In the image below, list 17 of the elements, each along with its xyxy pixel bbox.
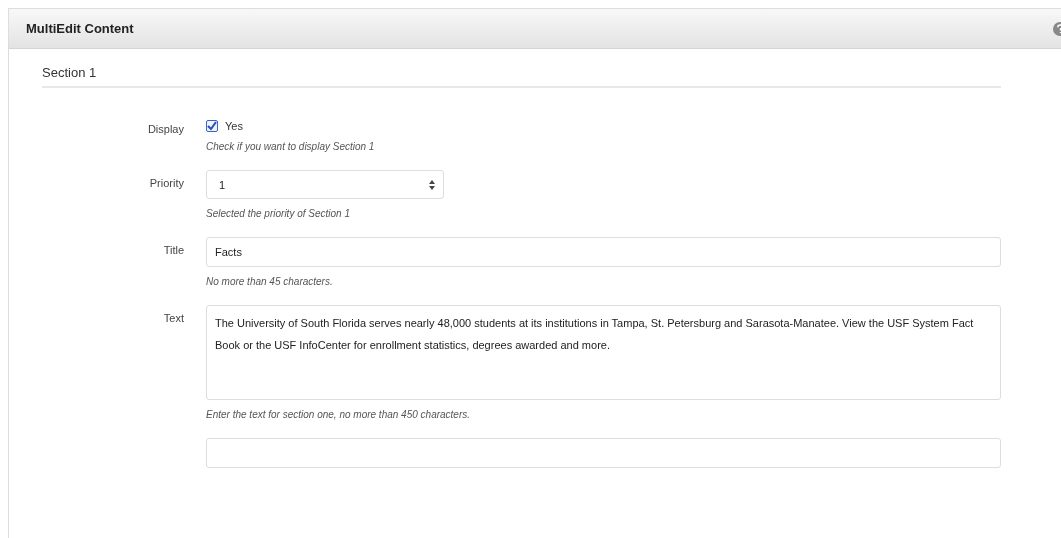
text-area[interactable]: The University of South Florida serves nearly 48,000 students at its institutions in Tampa, St. Petersburg and Sarasota-Manatee. View the USF System Fact Book or the USF InfoCenter for enrollment statistics, degrees awarded and more. bbox=[206, 305, 1001, 400]
field-label: Text bbox=[163, 311, 184, 324]
input-field[interactable] bbox=[206, 438, 1001, 468]
checkbox[interactable] bbox=[206, 120, 218, 132]
priority-select[interactable]: 1 bbox=[206, 170, 444, 199]
section-title: Section 1 bbox=[42, 65, 1001, 88]
field-label: Title bbox=[163, 243, 184, 256]
field-hint: Enter the text for section one, no more than 450 characters. bbox=[206, 409, 472, 420]
updown-arrows-icon bbox=[429, 179, 435, 190]
checkbox-label: Yes bbox=[225, 120, 243, 132]
field-label: Priority bbox=[149, 176, 184, 189]
field-hint: No more than 45 characters. bbox=[206, 276, 334, 287]
field-hint: Check if you want to display Section 1 bbox=[206, 141, 376, 152]
panel-title: MultiEdit Content bbox=[26, 21, 134, 36]
field-label: Display bbox=[147, 122, 184, 135]
title-input[interactable]: Facts bbox=[206, 237, 1001, 267]
field-hint: Selected the priority of Section 1 bbox=[206, 208, 351, 219]
